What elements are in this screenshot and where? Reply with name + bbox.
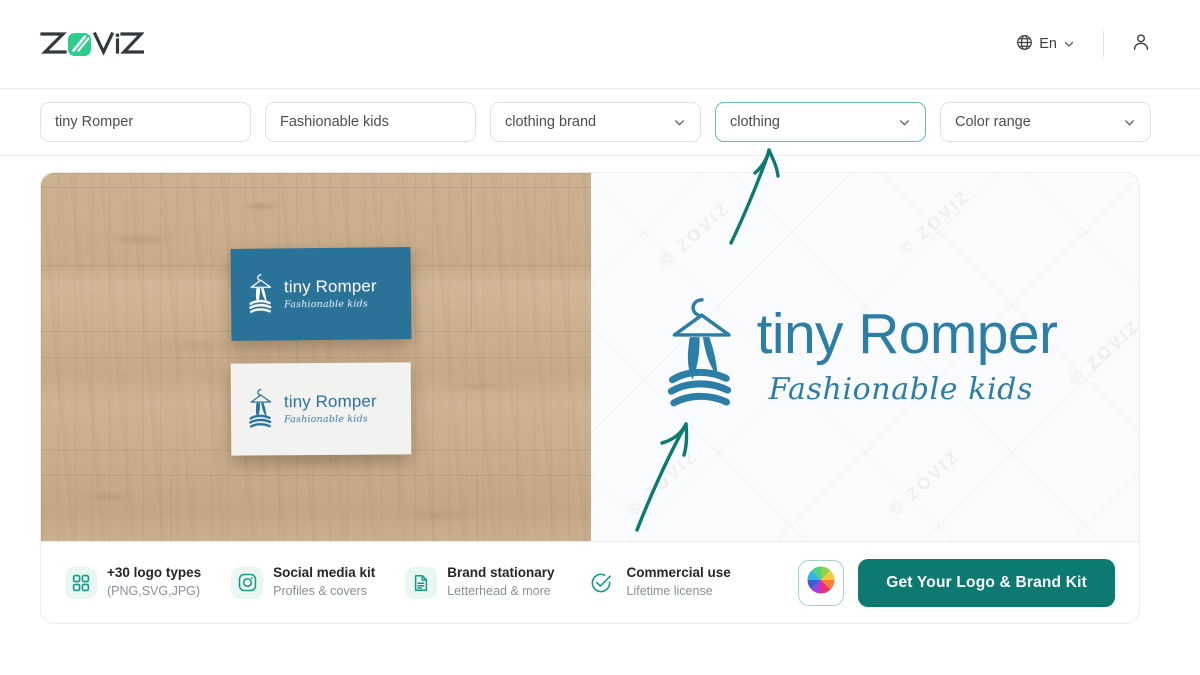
features-footer: +30 logo types (PNG,SVG,JPG) Social medi… — [41, 541, 1139, 623]
dress-hanger-icon — [663, 291, 741, 424]
camera-social-media-icon — [231, 566, 264, 599]
feature-subtitle: (PNG,SVG,JPG) — [107, 584, 201, 599]
feature-subtitle: Profiles & covers — [273, 584, 367, 599]
logo-wordmark: tiny Romper Fashionable kids — [756, 302, 1058, 407]
logo-result-stage: tiny Romper Fashionable kids tiny Romper… — [0, 156, 1200, 624]
slogan-input[interactable] — [280, 114, 461, 130]
color-wheel-button[interactable] — [798, 559, 845, 606]
plank-seam — [41, 475, 591, 477]
watermark: © ZOVIZ — [623, 446, 702, 520]
logo-tagline: Fashionable kids — [768, 371, 1033, 407]
watermark: © ZOVIZ — [885, 446, 964, 520]
feature-title: Brand stationary — [447, 565, 555, 581]
wood-grain-texture — [41, 173, 591, 541]
plank-seam — [41, 187, 591, 189]
user-account-icon — [1130, 31, 1152, 58]
feature-subtitle: Lifetime license — [626, 584, 713, 599]
globe-icon — [1016, 34, 1033, 55]
color-wheel-icon — [806, 565, 836, 600]
industry-dropdown-value: clothing brand — [505, 114, 597, 130]
plank-seam-vertical — [471, 173, 473, 331]
get-logo-brand-kit-button[interactable]: Get Your Logo & Brand Kit — [858, 558, 1115, 607]
header-actions: En — [1006, 27, 1160, 62]
logo-name: tiny Romper — [756, 302, 1058, 367]
industry-dropdown[interactable]: clothing brand — [490, 102, 701, 142]
dress-hanger-icon — [247, 272, 275, 316]
logo-preview-row: tiny Romper Fashionable kids tiny Romper… — [41, 173, 1139, 541]
color-range-dropdown-value: Color range — [955, 114, 1031, 130]
logo-mockup-card-light[interactable]: tiny Romper Fashionable kids — [230, 362, 412, 456]
category-dropdown[interactable]: clothing — [715, 102, 926, 142]
mockup-logo-tagline: Fashionable kids — [284, 413, 368, 426]
check-circle-icon — [585, 567, 617, 599]
grid-logo-types-icon — [65, 566, 97, 599]
plank-seam-vertical — [171, 475, 173, 541]
feature-brand-stationary: Brand stationary Letterhead & more — [405, 565, 555, 599]
mockup-logo-tagline: Fashionable kids — [284, 298, 369, 311]
watermark: © ZOVIZ — [1065, 316, 1139, 390]
logo-result-card: tiny Romper Fashionable kids tiny Romper… — [40, 172, 1140, 624]
brand-name-input[interactable] — [55, 114, 236, 130]
feature-title: Social media kit — [273, 565, 376, 581]
cta-group: Get Your Logo & Brand Kit — [798, 558, 1115, 607]
account-button[interactable] — [1122, 27, 1160, 62]
filter-bar: clothing brand clothing Color range — [0, 88, 1200, 156]
mockup-logo-name: tiny Romper — [283, 276, 377, 297]
category-dropdown-value: clothing — [730, 114, 780, 130]
logo-preview-panel[interactable]: © ZOVIZ © ZOVIZ © ZOVIZ © ZOVIZ © ZOVIZ — [591, 173, 1139, 541]
language-selector[interactable]: En — [1006, 28, 1085, 61]
mockup-logo-name: tiny Romper — [283, 391, 377, 412]
header-divider — [1103, 31, 1104, 57]
primary-logo: tiny Romper Fashionable kids — [663, 291, 1058, 424]
color-range-dropdown[interactable]: Color range — [940, 102, 1151, 142]
language-label: En — [1039, 36, 1057, 52]
feature-commercial-use: Commercial use Lifetime license — [585, 565, 731, 599]
chevron-down-icon — [1123, 116, 1136, 129]
chevron-down-icon — [673, 116, 686, 129]
watermark: © ZOVIZ — [895, 186, 974, 260]
chevron-down-icon — [1063, 38, 1075, 50]
logo-mockup-card-dark[interactable]: tiny Romper Fashionable kids — [230, 247, 412, 341]
feature-social-media-kit: Social media kit Profiles & covers — [231, 565, 375, 599]
feature-title: +30 logo types — [107, 565, 202, 581]
feature-logo-types: +30 logo types (PNG,SVG,JPG) — [65, 565, 201, 599]
document-stationary-icon — [405, 566, 438, 599]
feature-title: Commercial use — [626, 565, 731, 581]
feature-subtitle: Letterhead & more — [447, 584, 551, 599]
plank-seam-vertical — [477, 475, 479, 541]
slogan-field[interactable] — [265, 102, 476, 142]
site-header: En — [0, 0, 1200, 88]
brand-name-field[interactable] — [40, 102, 251, 142]
dress-hanger-icon — [247, 387, 275, 431]
watermark: © ZOVIZ — [655, 198, 734, 272]
zoviz-logo[interactable] — [40, 27, 144, 61]
chevron-down-icon — [898, 116, 911, 129]
wood-mockup-panel[interactable]: tiny Romper Fashionable kids tiny Romper… — [41, 173, 591, 541]
